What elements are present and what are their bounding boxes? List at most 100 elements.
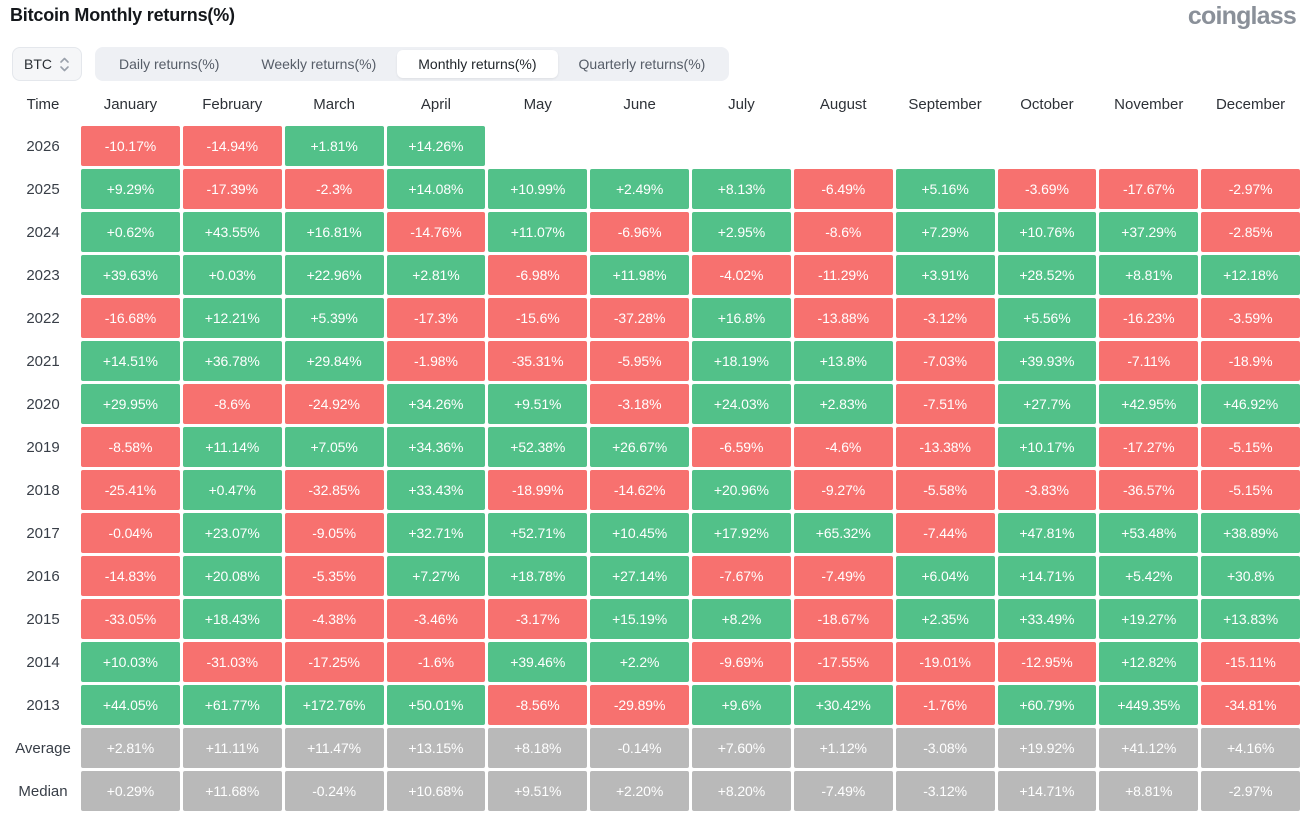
- row-label: 2022: [26, 309, 60, 327]
- return-cell: +34.26%: [386, 384, 486, 424]
- table-row: 2021 +14.51% +36.78% +29.84% -1.98% -35.31% -5…: [8, 341, 1300, 381]
- return-cell: +34.36%: [386, 427, 486, 467]
- return-cell: -11.29%: [793, 255, 893, 295]
- return-cell: +14.71%: [997, 556, 1097, 596]
- return-cell: -9.27%: [793, 470, 893, 510]
- return-cell: -2.3%: [284, 169, 384, 209]
- return-cell: -7.03%: [895, 341, 995, 381]
- return-cell: -0.04%: [81, 513, 180, 553]
- return-cell: +18.19%: [692, 341, 791, 381]
- month-header: September: [908, 95, 982, 113]
- return-cell: -7.11%: [1099, 341, 1199, 381]
- tab-daily-returns[interactable]: Daily returns(%): [98, 50, 240, 78]
- symbol-select[interactable]: BTC: [12, 47, 82, 81]
- return-cell: -1.76%: [895, 685, 995, 725]
- return-cell: -7.51%: [895, 384, 995, 424]
- return-cell: +30.8%: [1201, 556, 1300, 596]
- symbol-select-value: BTC: [24, 56, 52, 72]
- return-cell: +2.2%: [590, 642, 689, 682]
- return-cell: -17.67%: [1099, 169, 1199, 209]
- coinglass-logo: coinglass: [1187, 2, 1297, 30]
- return-cell: -2.97%: [1201, 169, 1300, 209]
- table-row: 2025 +9.29% -17.39% -2.3% +14.08% +10.99% +2.4…: [8, 169, 1300, 209]
- return-cell: +18.78%: [488, 556, 588, 596]
- table-row: 2026 -10.17% -14.94% +1.81% +14.26%: [8, 126, 1300, 166]
- return-cell: +16.81%: [284, 212, 384, 252]
- tab-weekly-returns[interactable]: Weekly returns(%): [240, 50, 397, 78]
- return-cell: +2.20%: [590, 771, 689, 811]
- row-label: 2020: [26, 395, 60, 413]
- return-cell: -6.98%: [488, 255, 588, 295]
- return-cell: -3.69%: [997, 169, 1097, 209]
- return-cell: -4.38%: [284, 599, 384, 639]
- return-cell: +5.42%: [1099, 556, 1199, 596]
- return-cell: -6.49%: [793, 169, 893, 209]
- tab-quarterly-returns[interactable]: Quarterly returns(%): [558, 50, 727, 78]
- return-cell: +11.47%: [284, 728, 384, 768]
- return-cell: -29.89%: [590, 685, 689, 725]
- return-cell: -10.17%: [81, 126, 180, 166]
- return-cell: +29.84%: [284, 341, 384, 381]
- return-cell: +41.12%: [1099, 728, 1199, 768]
- return-cell: +12.21%: [182, 298, 282, 338]
- return-cell: -7.49%: [793, 556, 893, 596]
- return-cell: +5.56%: [997, 298, 1097, 338]
- empty-cell: [1099, 126, 1198, 166]
- return-cell: +46.92%: [1201, 384, 1300, 424]
- return-cell: +4.16%: [1201, 728, 1300, 768]
- return-cell: +7.29%: [895, 212, 995, 252]
- tab-monthly-returns[interactable]: Monthly returns(%): [397, 50, 558, 78]
- return-cell: -17.3%: [386, 298, 486, 338]
- return-cell: +1.81%: [284, 126, 384, 166]
- return-cell: +39.46%: [488, 642, 588, 682]
- return-cell: +26.67%: [590, 427, 689, 467]
- table-row: Average +2.81% +11.11% +11.47% +13.15% +8.18%…: [8, 728, 1300, 768]
- return-cell: +14.51%: [81, 341, 180, 381]
- return-cell: +2.95%: [692, 212, 791, 252]
- time-column-header: Time: [26, 95, 60, 113]
- return-cell: +14.71%: [997, 771, 1097, 811]
- return-cell: +12.82%: [1099, 642, 1199, 682]
- return-cell: -4.02%: [692, 255, 791, 295]
- return-cell: -33.05%: [81, 599, 180, 639]
- table-row: 2013 +44.05% +61.77% +172.76% +50.01% -8.56% -…: [8, 685, 1300, 725]
- return-cell: -3.12%: [895, 771, 995, 811]
- return-cell: +24.03%: [692, 384, 791, 424]
- sort-chevrons-icon: [59, 57, 70, 72]
- return-cell: +2.35%: [895, 599, 995, 639]
- return-cell: +10.99%: [488, 169, 588, 209]
- return-cell: +52.38%: [488, 427, 588, 467]
- return-cell: +33.43%: [386, 470, 486, 510]
- return-cell: +0.03%: [182, 255, 282, 295]
- return-cell: -14.83%: [81, 556, 180, 596]
- return-cell: +36.78%: [182, 341, 282, 381]
- return-cell: +27.7%: [997, 384, 1097, 424]
- return-cell: -18.99%: [488, 470, 588, 510]
- row-label: 2013: [26, 696, 60, 714]
- month-header: July: [728, 95, 755, 113]
- return-cell: +37.29%: [1099, 212, 1199, 252]
- month-header: December: [1215, 95, 1286, 113]
- empty-cell: [896, 126, 995, 166]
- return-cell: -6.59%: [692, 427, 791, 467]
- return-cell: +17.92%: [692, 513, 791, 553]
- return-cell: +53.48%: [1099, 513, 1199, 553]
- row-label: 2019: [26, 438, 60, 456]
- return-cell: -35.31%: [488, 341, 588, 381]
- return-cell: +8.81%: [1099, 771, 1199, 811]
- return-cell: -24.92%: [284, 384, 384, 424]
- return-cell: -14.94%: [182, 126, 282, 166]
- return-cell: +7.27%: [386, 556, 486, 596]
- return-cell: -8.58%: [81, 427, 180, 467]
- return-cell: +3.91%: [895, 255, 995, 295]
- return-cell: +1.12%: [793, 728, 893, 768]
- return-cell: +13.8%: [793, 341, 893, 381]
- table-row: 2020 +29.95% -8.6% -24.92% +34.26% +9.51% -3.1…: [8, 384, 1300, 424]
- month-header: May: [523, 95, 552, 113]
- return-cell: +28.52%: [997, 255, 1097, 295]
- row-label: 2017: [26, 524, 60, 542]
- return-cell: -9.69%: [692, 642, 791, 682]
- return-cell: +14.08%: [386, 169, 486, 209]
- return-cell: +39.93%: [997, 341, 1097, 381]
- return-cell: -3.59%: [1201, 298, 1300, 338]
